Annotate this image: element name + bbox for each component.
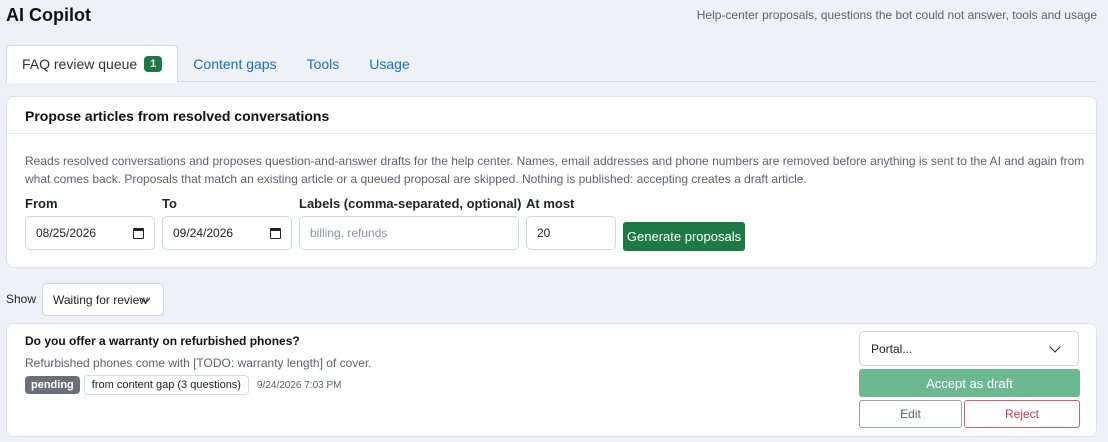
from-label: From xyxy=(25,196,58,211)
reject-button[interactable]: Reject xyxy=(964,400,1080,428)
propose-card-title: Propose articles from resolved conversat… xyxy=(7,97,1096,134)
app-subtitle: Help-center proposals, questions the bot… xyxy=(696,8,1097,22)
at-most-label: At most xyxy=(526,196,575,211)
app-title: AI Copilot xyxy=(6,5,91,25)
portal-select-value: Portal... xyxy=(871,341,913,356)
chevron-down-icon xyxy=(1049,341,1061,353)
to-date-input[interactable]: 09/24/2026 xyxy=(162,216,292,250)
show-label: Show xyxy=(6,292,37,306)
tab-content-gaps[interactable]: Content gaps xyxy=(178,45,291,82)
labels-label: Labels (comma-separated, optional) xyxy=(299,196,522,211)
count-badge: 1 xyxy=(144,56,163,72)
proposal-question: Do you offer a warranty on refurbished p… xyxy=(25,334,300,348)
propose-card: Propose articles from resolved conversat… xyxy=(6,96,1097,268)
tab-usage[interactable]: Usage xyxy=(354,45,424,82)
tab-usage-label: Usage xyxy=(369,55,410,72)
at-most-value: 20 xyxy=(537,226,551,240)
accept-as-draft-button[interactable]: Accept as draft xyxy=(859,369,1080,397)
calendar-icon[interactable] xyxy=(133,227,144,239)
source-badge: from content gap (3 questions) xyxy=(83,375,249,395)
to-date-value: 09/24/2026 xyxy=(173,226,234,240)
propose-description: Reads resolved conversations and propose… xyxy=(25,154,1085,186)
from-date-value: 08/25/2026 xyxy=(36,226,97,240)
proposal-timestamp: 9/24/2026 7:03 PM xyxy=(256,379,342,391)
tab-faq-review-queue-label: FAQ review queue xyxy=(22,56,138,72)
proposal-meta: pending from content gap (3 questions) 9… xyxy=(25,375,342,395)
labels-placeholder: billing, refunds xyxy=(310,226,388,240)
tab-tools[interactable]: Tools xyxy=(292,45,355,82)
tab-content-gaps-label: Content gaps xyxy=(193,55,277,72)
at-most-input[interactable]: 20 xyxy=(526,216,616,250)
status-filter-value: Waiting for review xyxy=(53,292,148,307)
tab-tools-label: Tools xyxy=(306,55,340,72)
to-label: To xyxy=(162,196,177,211)
status-badge: pending xyxy=(25,376,80,394)
from-date-input[interactable]: 08/25/2026 xyxy=(25,216,155,250)
proposal-card: Do you offer a warranty on refurbished p… xyxy=(6,323,1097,437)
labels-input[interactable]: billing, refunds xyxy=(299,216,519,250)
tab-bar: FAQ review queue 1 Content gaps Tools Us… xyxy=(6,45,1097,83)
tab-faq-review-queue[interactable]: FAQ review queue 1 xyxy=(6,45,179,83)
calendar-icon[interactable] xyxy=(270,227,281,239)
edit-button[interactable]: Edit xyxy=(859,400,962,428)
generate-proposals-button[interactable]: Generate proposals xyxy=(623,222,745,251)
portal-select[interactable]: Portal... xyxy=(859,331,1079,366)
status-filter-select[interactable]: Waiting for review xyxy=(42,283,164,316)
proposal-answer: Refurbished phones come with [TODO: warr… xyxy=(25,356,372,370)
